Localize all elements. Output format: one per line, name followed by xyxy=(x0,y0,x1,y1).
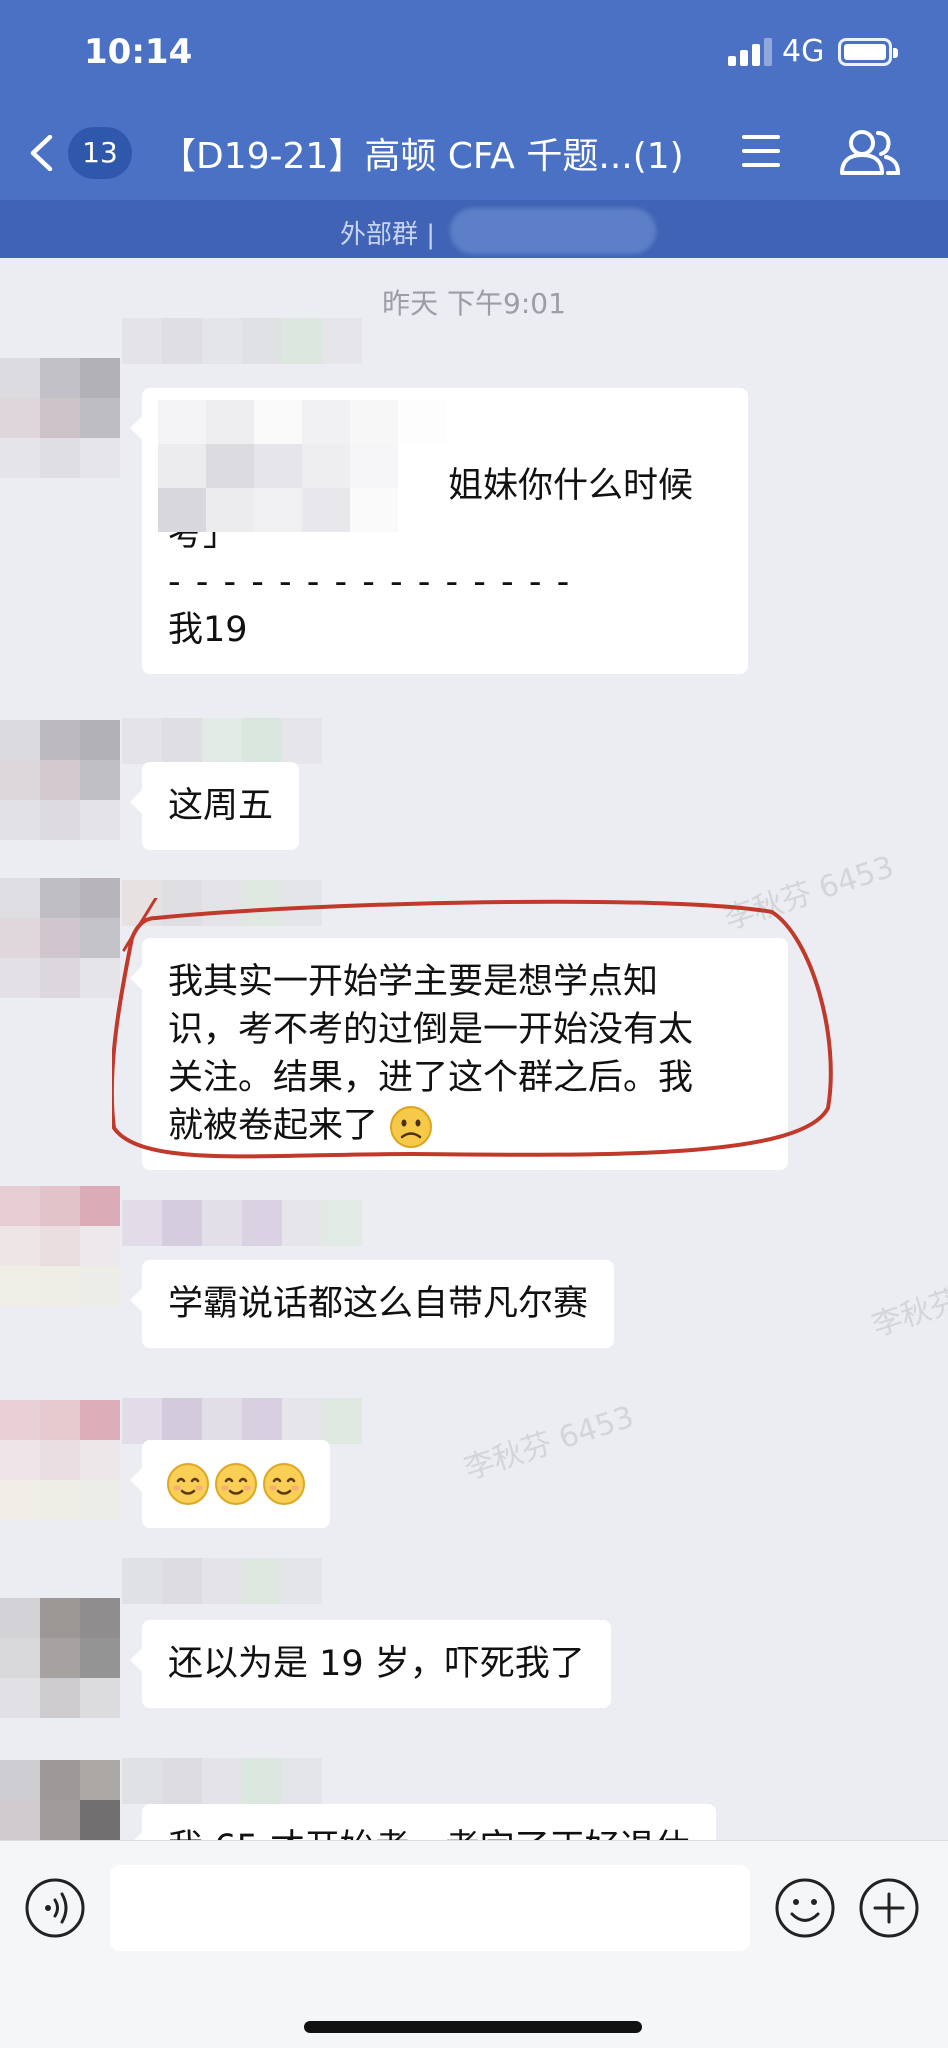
battery-icon xyxy=(838,38,898,66)
status-time: 10:14 xyxy=(84,32,193,72)
message-bubble[interactable]: 这周五 xyxy=(129,762,300,850)
nav-bar: 13 【D19-21】高顿 CFA 千题...(1) xyxy=(0,105,948,200)
message-bubble[interactable]: 我 65 才开始考，考完了正好退休 xyxy=(130,1804,716,1840)
sender-name xyxy=(122,880,322,926)
blurred-group-name xyxy=(450,208,656,254)
avatar[interactable] xyxy=(0,878,120,998)
hamburger-menu-icon xyxy=(742,135,780,139)
quote-divider: - - - - - - - - - - - - - - - xyxy=(168,562,572,602)
emoji-button[interactable] xyxy=(774,1877,836,1939)
watermark: 李秋芬 6453 xyxy=(719,849,899,938)
message-text: 我19 xyxy=(168,610,248,650)
emoji-row xyxy=(166,1458,306,1510)
external-group-bar: 外部群 | xyxy=(0,200,948,258)
network-type: 4G xyxy=(782,34,825,69)
more-button[interactable] xyxy=(858,1877,920,1939)
message-text: 这周五 xyxy=(168,786,274,826)
sender-name xyxy=(122,318,362,364)
chevron-left-icon xyxy=(30,135,53,171)
message-bubble[interactable]: 还以为是 19 岁，吓死我了 xyxy=(130,1620,611,1708)
sender-name xyxy=(122,1200,362,1246)
message-text: 识，考不考的过倒是一开始没有太 xyxy=(168,1010,694,1050)
message-text: 关注。结果，进了这个群之后。我 xyxy=(168,1058,694,1098)
input-bar xyxy=(0,1840,948,2048)
message-bubble[interactable]: 学霸说话都这么自带凡尔赛 xyxy=(129,1260,615,1348)
avatar[interactable] xyxy=(0,1598,120,1718)
avatar[interactable] xyxy=(0,1186,120,1306)
back-button[interactable]: 13 xyxy=(18,121,138,185)
message-bubble[interactable] xyxy=(130,1440,330,1528)
message-timestamp: 昨天 下午9:01 xyxy=(382,287,566,320)
smiling-face-emoji xyxy=(167,1463,209,1505)
message-bubble[interactable]: 我其实一开始学主要是想学点知 识，考不考的过倒是一开始没有太 关注。结果，进了这… xyxy=(130,938,788,1170)
unread-count-badge: 13 xyxy=(68,127,132,179)
chat-header: 10:14 4G 13 【D19-21】高顿 CFA 千题...(1) 外部群 … xyxy=(0,0,948,258)
message-text: 还以为是 19 岁，吓死我了 xyxy=(168,1644,585,1684)
blurred-quote xyxy=(158,400,448,532)
message-text: 我其实一开始学主要是想学点知 xyxy=(168,962,659,1002)
smiling-face-emoji xyxy=(215,1463,257,1505)
sender-name xyxy=(122,1558,322,1604)
chat-message-list[interactable]: 昨天 下午9:01 李秋芬 6453 李秋芬 6453 李秋芬 姐妹你什么时候 … xyxy=(0,258,948,1840)
voice-button[interactable] xyxy=(24,1877,86,1939)
avatar[interactable] xyxy=(0,1400,120,1520)
cellular-signal-icon xyxy=(728,38,772,66)
sender-name xyxy=(122,1398,362,1444)
external-group-label: 外部群 | xyxy=(340,220,436,250)
avatar[interactable] xyxy=(0,720,120,840)
sender-name xyxy=(122,1758,322,1804)
members-button[interactable] xyxy=(838,127,902,179)
message-input[interactable] xyxy=(110,1865,750,1951)
group-members-icon xyxy=(840,130,901,175)
plus-icon xyxy=(859,1878,919,1938)
home-indicator[interactable] xyxy=(304,2021,642,2033)
sender-name xyxy=(122,718,322,764)
avatar[interactable] xyxy=(0,1760,120,1840)
emoji-icon xyxy=(775,1878,835,1938)
watermark: 李秋芬 xyxy=(867,1282,948,1344)
message-text: 就被卷起来了 xyxy=(168,1106,379,1146)
chat-title: 【D19-21】高顿 CFA 千题...(1) xyxy=(160,136,684,177)
message-text: 我 65 才开始考，考完了正好退休 xyxy=(168,1828,690,1840)
status-bar: 10:14 4G xyxy=(0,0,948,105)
frowning-face-emoji xyxy=(390,1106,433,1148)
voice-input-icon xyxy=(25,1878,85,1938)
watermark: 李秋芬 6453 xyxy=(459,1399,639,1488)
message-bubble[interactable]: 姐妹你什么时候 考」 - - - - - - - - - - - - - - -… xyxy=(130,388,748,674)
menu-button[interactable] xyxy=(738,129,786,175)
message-text: 学霸说话都这么自带凡尔赛 xyxy=(168,1284,589,1324)
smiling-face-emoji xyxy=(263,1463,305,1505)
avatar[interactable] xyxy=(0,358,120,478)
